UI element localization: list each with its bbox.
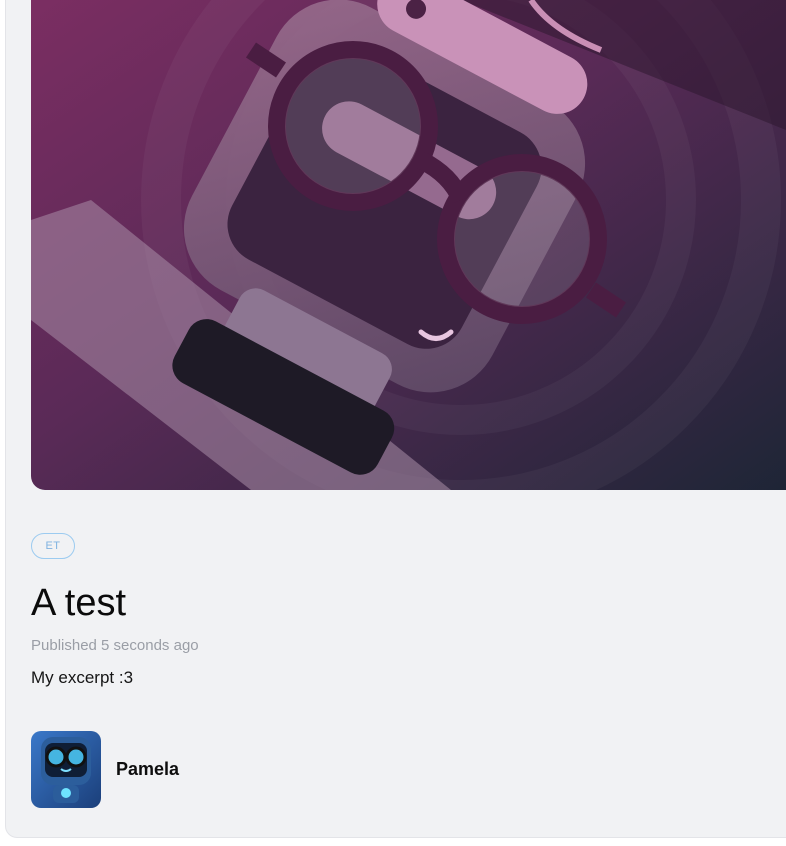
author-name[interactable]: Pamela: [116, 758, 179, 780]
author-avatar[interactable]: [31, 731, 101, 808]
cover-image[interactable]: [31, 0, 786, 490]
post-title[interactable]: A test: [31, 580, 126, 626]
robot-glasses-illustration: [31, 0, 786, 490]
robot-avatar-icon: [31, 731, 101, 808]
post-excerpt: My excerpt :3: [31, 668, 134, 687]
published-time: Published 5 seconds ago: [31, 637, 199, 654]
tag-badge[interactable]: ET: [31, 533, 75, 559]
